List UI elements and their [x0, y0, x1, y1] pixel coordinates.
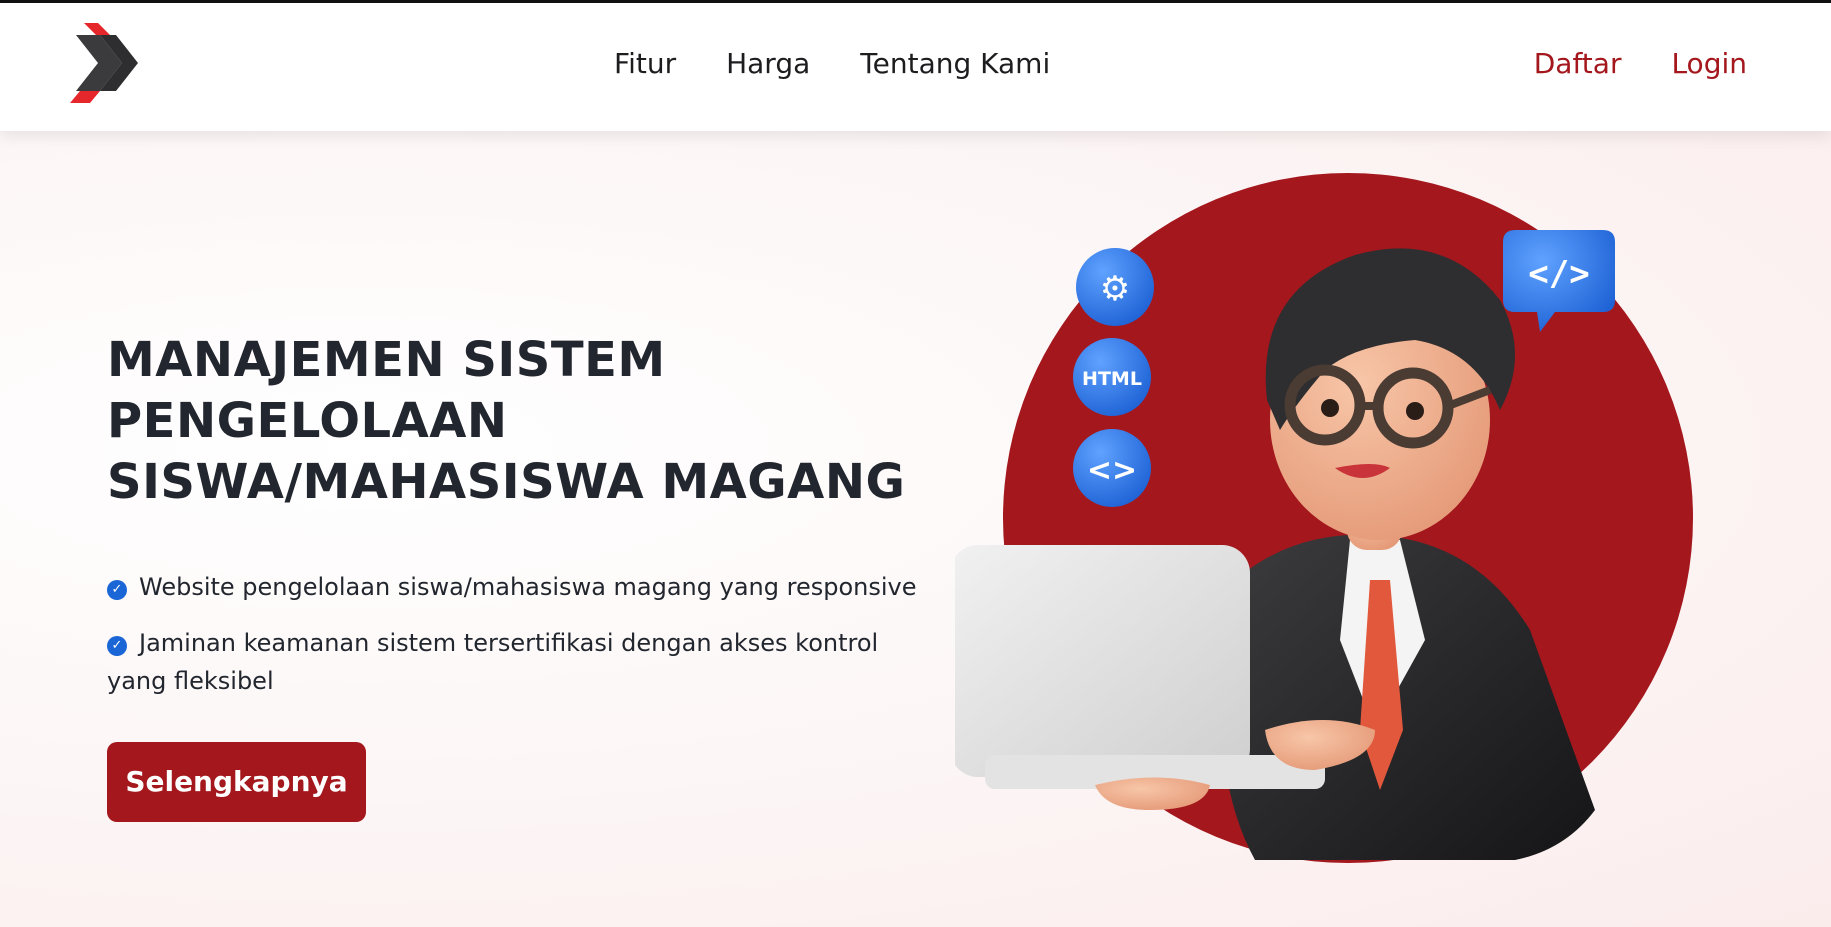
learn-more-button[interactable]: Selengkapnya: [107, 742, 366, 822]
login-link[interactable]: Login: [1671, 47, 1747, 80]
navbar: Fitur Harga Tentang Kami Daftar Login: [0, 3, 1831, 131]
logo-icon[interactable]: [70, 23, 146, 103]
eye-left: [1321, 399, 1339, 417]
nav-link-harga[interactable]: Harga: [726, 47, 810, 80]
feature-text: Jaminan keamanan sistem tersertifikasi d…: [107, 629, 879, 695]
feature-text: Website pengelolaan siswa/mahasiswa maga…: [139, 573, 917, 601]
code-badge-label: <>: [1087, 453, 1137, 488]
hero-title-line-1: MANAJEMEN SISTEM: [107, 332, 666, 388]
eye-right: [1406, 402, 1424, 420]
auth-links: Daftar Login: [1534, 47, 1747, 80]
feature-item: ✓ Jaminan keamanan sistem tersertifikasi …: [107, 624, 927, 700]
feature-list: ✓ Website pengelolaan siswa/mahasiswa mag…: [107, 568, 927, 718]
nav-link-tentang-kami[interactable]: Tentang Kami: [860, 47, 1050, 80]
developer-illustration: ⚙ HTML <> </>: [955, 173, 1693, 863]
nav-link-fitur[interactable]: Fitur: [614, 47, 676, 80]
feature-item: ✓ Website pengelolaan siswa/mahasiswa mag…: [107, 568, 927, 606]
register-link[interactable]: Daftar: [1534, 47, 1622, 80]
hero-title-line-2: PENGELOLAAN: [107, 393, 508, 449]
html-badge-label: HTML: [1082, 368, 1142, 390]
check-circle-icon: ✓: [107, 580, 127, 600]
laptop-lid: [955, 545, 1250, 777]
main-nav: Fitur Harga Tentang Kami: [614, 47, 1050, 80]
gears-glyph: ⚙: [1100, 269, 1130, 309]
speech-bubble-label: </>: [1528, 254, 1589, 294]
hero-title: MANAJEMEN SISTEM PENGELOLAAN SISWA/MAHAS…: [107, 330, 927, 513]
hero-title-line-3: SISWA/MAHASISWA MAGANG: [107, 454, 906, 510]
check-circle-icon: ✓: [107, 636, 127, 656]
